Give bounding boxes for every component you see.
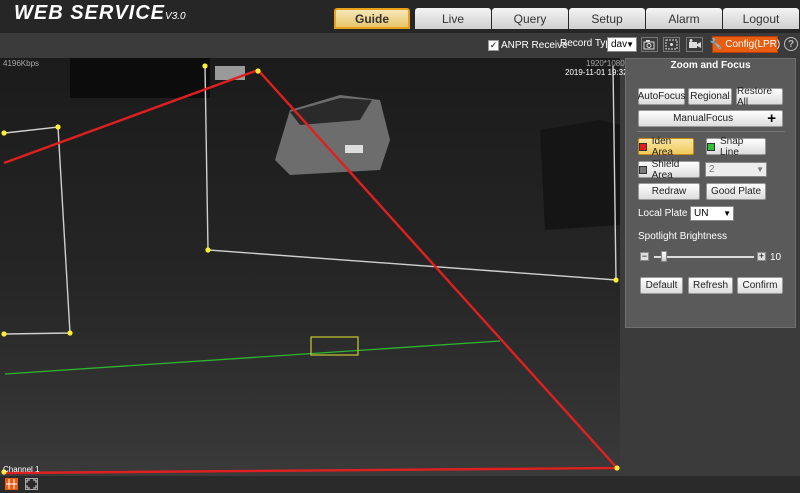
panel-divider (637, 131, 785, 132)
bitrate-readout: 4196Kbps (3, 59, 40, 68)
nav-tab-setup[interactable]: Setup (569, 8, 645, 29)
record-type-value: dav (611, 39, 628, 50)
local-plate-label: Local Plate (638, 208, 688, 219)
shield-area-select[interactable]: 2 ▼ (705, 162, 767, 177)
shield-area-value: 2 (709, 164, 715, 175)
nav-tab-guide[interactable]: Guide (334, 8, 410, 29)
snap-line-button[interactable]: Snap Line (706, 135, 766, 158)
local-plate-value: UN (694, 208, 709, 219)
chevron-down-icon: ▼ (626, 40, 634, 49)
help-icon[interactable]: ? (784, 37, 798, 51)
bottom-bar (0, 476, 800, 493)
chevron-down-icon: ▼ (756, 165, 764, 174)
autofocus-button[interactable]: AutoFocus (638, 88, 685, 105)
nav-tab-live[interactable]: Live (415, 8, 491, 29)
app-version: V3.0 (165, 11, 186, 22)
config-lpr-label: Config(LPR) (725, 39, 781, 50)
manual-focus-label: ManualFocus (673, 113, 734, 124)
shield-area-label: Shield Area (651, 158, 680, 181)
panel-title: Zoom and Focus (670, 60, 751, 71)
spotlight-increase-button[interactable]: + (757, 252, 766, 261)
spotlight-brightness-label: Spotlight Brightness (638, 231, 727, 242)
expand-plus-icon[interactable]: + (767, 110, 782, 127)
iden-area-button[interactable]: Iden Area (638, 135, 694, 158)
app-logo: WEB SERVICEV3.0 (14, 2, 186, 25)
anpr-receive-label: ANPR Receive (501, 40, 568, 51)
snapshot-icon[interactable] (641, 37, 658, 52)
shield-area-swatch (639, 165, 647, 174)
iden-area-label: Iden Area (651, 135, 673, 158)
region-select-icon[interactable] (663, 37, 680, 52)
spotlight-slider-thumb[interactable] (661, 251, 667, 262)
manual-focus-bar[interactable]: ManualFocus + (638, 110, 783, 127)
wrench-icon: 🔧 (709, 39, 723, 50)
nav-tab-logout[interactable]: Logout (723, 8, 799, 29)
fullscreen-icon[interactable] (25, 478, 38, 490)
iden-area-swatch (639, 142, 647, 151)
local-plate-select[interactable]: UN ▼ (690, 206, 734, 221)
spotlight-decrease-button[interactable]: − (640, 252, 649, 261)
spotlight-value: 10 (770, 252, 782, 263)
record-icon[interactable] (686, 37, 703, 52)
snap-line-swatch (707, 142, 715, 151)
channel-label: Channel 1 (3, 465, 40, 474)
toolbar (0, 33, 800, 57)
spotlight-slider-track[interactable] (654, 256, 754, 258)
config-lpr-button[interactable]: 🔧 Config(LPR) (709, 36, 781, 53)
refresh-button[interactable]: Refresh (688, 277, 733, 294)
resolution-readout: 1920*1080 (586, 59, 625, 68)
confirm-button[interactable]: Confirm (737, 277, 783, 294)
grid-layout-icon[interactable] (5, 478, 18, 490)
video-view[interactable] (0, 58, 620, 475)
restore-all-button[interactable]: Restore All (736, 86, 783, 108)
record-type-select[interactable]: dav ▼ (607, 37, 637, 52)
regional-button[interactable]: Regional (688, 88, 732, 105)
redraw-button[interactable]: Redraw (638, 183, 700, 200)
chevron-down-icon: ▼ (723, 209, 731, 218)
app-logo-text: WEB SERVICE (14, 2, 166, 24)
nav-tab-query[interactable]: Query (492, 8, 568, 29)
anpr-receive-checkbox[interactable]: ✓ (488, 40, 499, 51)
good-plate-button[interactable]: Good Plate (706, 183, 766, 200)
default-button[interactable]: Default (640, 277, 683, 294)
snap-line-label: Snap Line (720, 135, 744, 158)
nav-tab-alarm[interactable]: Alarm (646, 8, 722, 29)
shield-area-button[interactable]: Shield Area (638, 158, 700, 181)
